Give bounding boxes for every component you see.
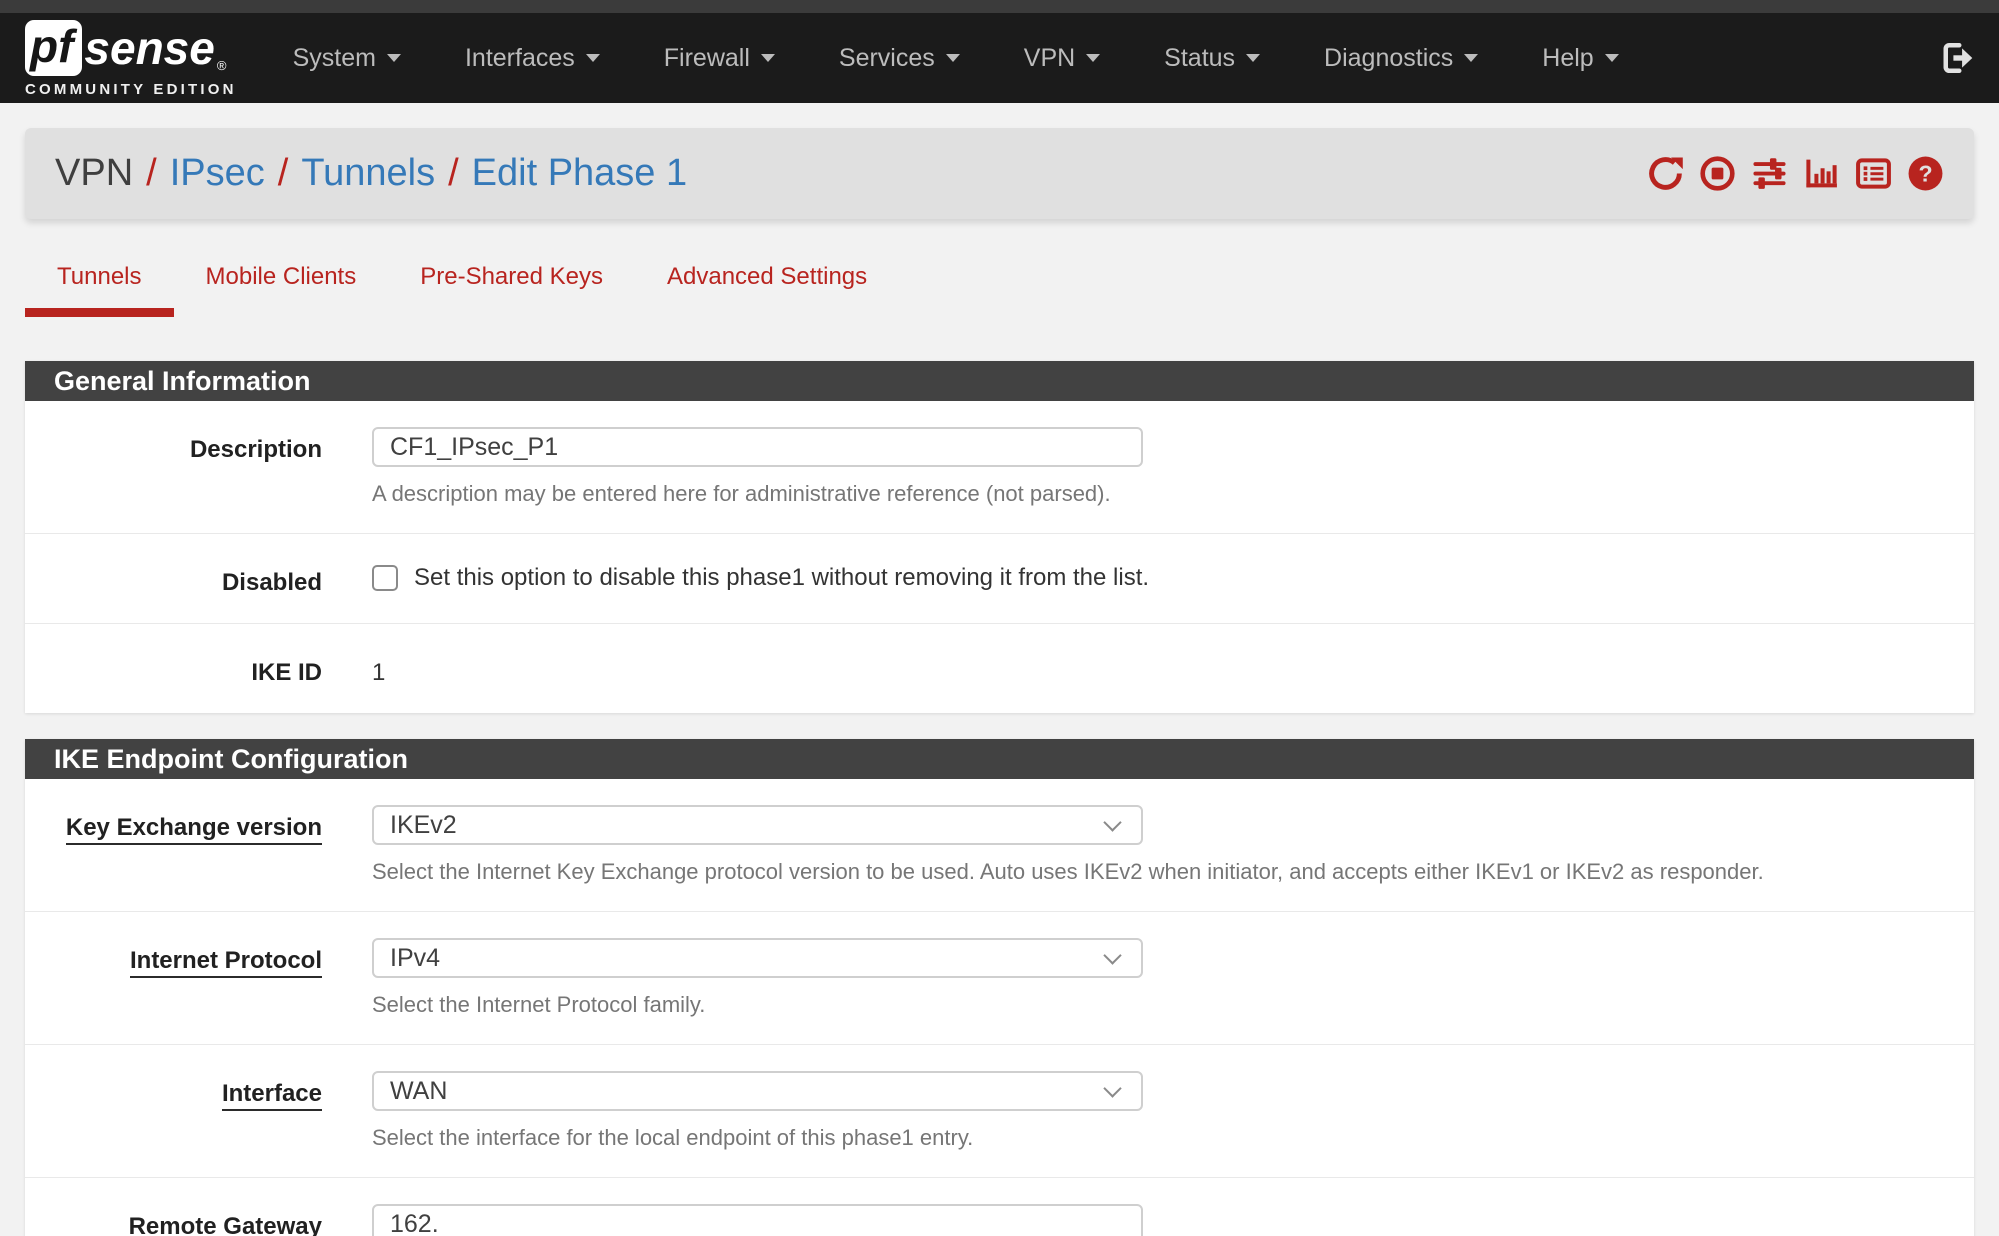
nav-item-label: Help xyxy=(1542,44,1593,73)
remote-gateway-label: Remote Gateway xyxy=(25,1204,322,1236)
logo-subtitle: COMMUNITY EDITION xyxy=(25,82,237,97)
ike-endpoint-panel: IKE Endpoint Configuration Key Exchange … xyxy=(25,739,1974,1236)
chevron-down-icon xyxy=(1605,54,1619,62)
key-exchange-help: Select the Internet Key Exchange protoco… xyxy=(372,859,1974,885)
interface-select[interactable]: WAN xyxy=(372,1071,1143,1111)
ike-id-value: 1 xyxy=(372,650,1974,687)
refresh-icon[interactable] xyxy=(1647,155,1684,192)
breadcrumb-separator: / xyxy=(146,152,157,195)
disabled-label: Disabled xyxy=(25,560,322,597)
tab-tunnels[interactable]: Tunnels xyxy=(25,263,174,317)
svg-text:?: ? xyxy=(1918,161,1932,187)
nav-item-label: System xyxy=(293,44,376,73)
nav-item-services[interactable]: Services xyxy=(839,44,960,73)
nav-item-label: Diagnostics xyxy=(1324,44,1453,73)
remote-gateway-input[interactable] xyxy=(372,1204,1143,1236)
internet-protocol-select[interactable]: IPv4 xyxy=(372,938,1143,978)
nav-item-vpn[interactable]: VPN xyxy=(1024,44,1100,73)
breadcrumb: VPN / IPsec / Tunnels / Edit Phase 1 ? xyxy=(25,128,1974,219)
breadcrumb-ipsec-link[interactable]: IPsec xyxy=(170,152,265,195)
top-strip xyxy=(0,0,1999,13)
key-exchange-select[interactable]: IKEv2 xyxy=(372,805,1143,845)
nav-item-status[interactable]: Status xyxy=(1164,44,1260,73)
nav-menu: System Interfaces Firewall Services VPN … xyxy=(293,44,1619,73)
breadcrumb-separator: / xyxy=(278,152,289,195)
tab-bar: Tunnels Mobile Clients Pre-Shared Keys A… xyxy=(25,263,1974,317)
tab-advanced-settings[interactable]: Advanced Settings xyxy=(635,263,899,317)
chevron-down-icon xyxy=(387,54,401,62)
disabled-row: Disabled Set this option to disable this… xyxy=(25,534,1974,624)
nav-item-diagnostics[interactable]: Diagnostics xyxy=(1324,44,1478,73)
breadcrumb-edit-phase1-link[interactable]: Edit Phase 1 xyxy=(472,152,687,195)
stop-circle-icon[interactable] xyxy=(1699,155,1736,192)
disabled-checkbox[interactable] xyxy=(372,565,398,591)
description-row: Description A description may be entered… xyxy=(25,401,1974,534)
chevron-down-icon xyxy=(946,54,960,62)
tab-mobile-clients[interactable]: Mobile Clients xyxy=(174,263,389,317)
remote-gateway-row: Remote Gateway Enter the public IP addre… xyxy=(25,1178,1974,1236)
nav-item-interfaces[interactable]: Interfaces xyxy=(465,44,600,73)
breadcrumb-tunnels-link[interactable]: Tunnels xyxy=(301,152,435,195)
breadcrumb-separator: / xyxy=(448,152,459,195)
nav-item-label: Services xyxy=(839,44,935,73)
key-exchange-row: Key Exchange version IKEv2 Select the In… xyxy=(25,779,1974,912)
description-input[interactable] xyxy=(372,427,1143,467)
help-icon[interactable]: ? xyxy=(1907,155,1944,192)
breadcrumb-vpn: VPN xyxy=(55,152,133,195)
registered-mark: ® xyxy=(217,59,227,72)
chevron-down-icon xyxy=(1086,54,1100,62)
chevron-down-icon xyxy=(586,54,600,62)
logo-pf-box: pf xyxy=(25,20,82,76)
interface-row: Interface WAN Select the interface for t… xyxy=(25,1045,1974,1178)
nav-item-firewall[interactable]: Firewall xyxy=(664,44,775,73)
chevron-down-icon xyxy=(761,54,775,62)
nav-item-system[interactable]: System xyxy=(293,44,401,73)
chevron-down-icon xyxy=(1464,54,1478,62)
panel-title-ike-endpoint: IKE Endpoint Configuration xyxy=(25,739,1974,779)
nav-item-label: Interfaces xyxy=(465,44,575,73)
pfsense-logo[interactable]: pf sense ® COMMUNITY EDITION xyxy=(25,20,237,97)
panel-title-general-information: General Information xyxy=(25,361,1974,401)
breadcrumb-trail: VPN / IPsec / Tunnels / Edit Phase 1 xyxy=(55,152,687,195)
ike-id-label: IKE ID xyxy=(25,650,322,687)
nav-item-label: Status xyxy=(1164,44,1235,73)
sign-out-icon[interactable] xyxy=(1939,40,1975,76)
list-icon[interactable] xyxy=(1855,155,1892,192)
nav-item-label: Firewall xyxy=(664,44,750,73)
chevron-down-icon xyxy=(1246,54,1260,62)
internet-protocol-help: Select the Internet Protocol family. xyxy=(372,992,1974,1018)
sliders-icon[interactable] xyxy=(1751,155,1788,192)
internet-protocol-label: Internet Protocol xyxy=(25,938,322,1018)
internet-protocol-row: Internet Protocol IPv4 Select the Intern… xyxy=(25,912,1974,1045)
nav-item-help[interactable]: Help xyxy=(1542,44,1618,73)
key-exchange-label: Key Exchange version xyxy=(25,805,322,885)
main-navbar: pf sense ® COMMUNITY EDITION System Inte… xyxy=(0,13,1999,103)
description-label: Description xyxy=(25,427,322,507)
ike-id-row: IKE ID 1 xyxy=(25,624,1974,713)
bar-chart-icon[interactable] xyxy=(1803,155,1840,192)
interface-label: Interface xyxy=(25,1071,322,1151)
logo-sense-text: sense xyxy=(84,25,214,71)
tab-pre-shared-keys[interactable]: Pre-Shared Keys xyxy=(388,263,635,317)
general-information-panel: General Information Description A descri… xyxy=(25,361,1974,713)
breadcrumb-action-icons: ? xyxy=(1647,155,1944,192)
nav-item-label: VPN xyxy=(1024,44,1075,73)
interface-help: Select the interface for the local endpo… xyxy=(372,1125,1974,1151)
disabled-checkbox-label: Set this option to disable this phase1 w… xyxy=(414,564,1149,592)
description-help: A description may be entered here for ad… xyxy=(372,481,1974,507)
